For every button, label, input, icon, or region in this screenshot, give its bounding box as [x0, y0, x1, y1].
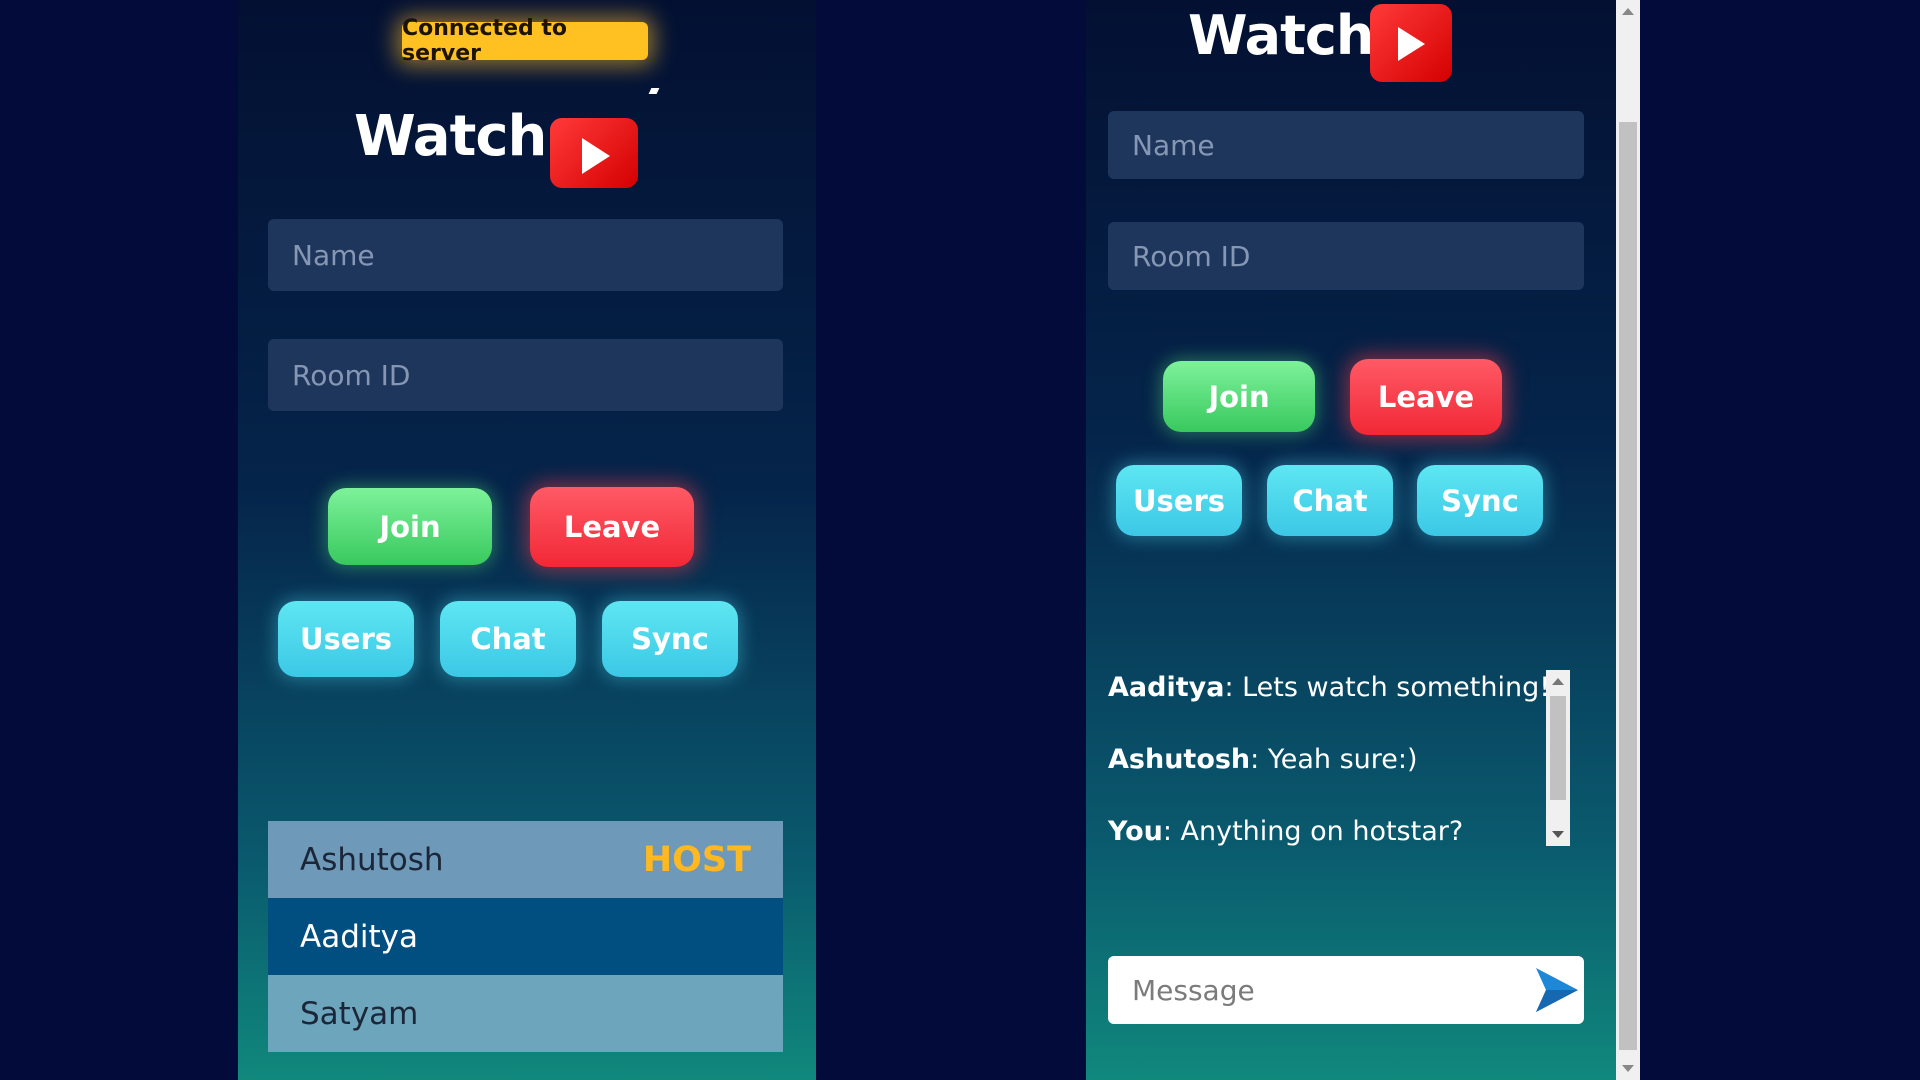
user-name: Aaditya: [300, 918, 418, 955]
user-name: Ashutosh: [300, 841, 444, 878]
scroll-down-icon[interactable]: [1622, 1065, 1634, 1072]
play-button-icon: [1370, 4, 1452, 82]
room-id-input[interactable]: [268, 339, 783, 411]
host-tag: HOST: [642, 839, 751, 880]
message-text: : Yeah sure:): [1250, 744, 1418, 775]
user-list-item[interactable]: Ashutosh HOST: [268, 821, 783, 898]
name-input[interactable]: [1108, 111, 1584, 179]
right-panel: Watch Join Leave Users Chat Sync Aaditya…: [1086, 0, 1616, 1080]
app-title: Watch: [354, 104, 547, 169]
app-title: Watch: [1188, 4, 1374, 67]
page-scrollbar[interactable]: [1616, 0, 1640, 1080]
sync-button[interactable]: Sync: [1417, 465, 1543, 536]
decorative-mark: [648, 88, 660, 94]
chat-button[interactable]: Chat: [440, 601, 576, 677]
user-name: Satyam: [300, 995, 419, 1032]
message-input[interactable]: [1108, 956, 1584, 1024]
message-text: : Lets watch something!: [1224, 672, 1551, 703]
scrollbar-thumb[interactable]: [1550, 696, 1566, 800]
join-button[interactable]: Join: [328, 488, 492, 565]
status-badge: Connected to server: [402, 16, 648, 66]
send-arrow-icon[interactable]: [1534, 966, 1580, 1014]
play-button-icon: [550, 118, 638, 188]
message-sender: You: [1108, 816, 1163, 847]
chat-scrollbar[interactable]: [1546, 670, 1570, 846]
scrollbar-thumb[interactable]: [1619, 122, 1637, 1050]
scroll-down-icon[interactable]: [1552, 831, 1564, 838]
left-panel: Connected to server Watch Join Leave Use…: [238, 0, 816, 1080]
message-text: : Anything on hotstar?: [1162, 816, 1464, 847]
join-button[interactable]: Join: [1163, 361, 1315, 432]
message-sender: Aaditya: [1108, 672, 1225, 703]
leave-button[interactable]: Leave: [1350, 359, 1502, 435]
chat-button[interactable]: Chat: [1267, 465, 1393, 536]
message-sender: Ashutosh: [1108, 744, 1251, 775]
chat-message: You: Anything on hotstar?: [1108, 816, 1463, 847]
users-button[interactable]: Users: [278, 601, 414, 677]
scroll-up-icon[interactable]: [1552, 678, 1564, 685]
chat-message: Aaditya: Lets watch something!: [1108, 672, 1550, 703]
user-list-item[interactable]: Aaditya: [268, 898, 783, 975]
user-list-item[interactable]: Satyam: [268, 975, 783, 1052]
chat-message: Ashutosh: Yeah sure:): [1108, 744, 1418, 775]
leave-button[interactable]: Leave: [530, 487, 694, 567]
scroll-up-icon[interactable]: [1622, 8, 1634, 15]
users-button[interactable]: Users: [1116, 465, 1242, 536]
sync-button[interactable]: Sync: [602, 601, 738, 677]
name-input[interactable]: [268, 219, 783, 291]
room-id-input[interactable]: [1108, 222, 1584, 290]
